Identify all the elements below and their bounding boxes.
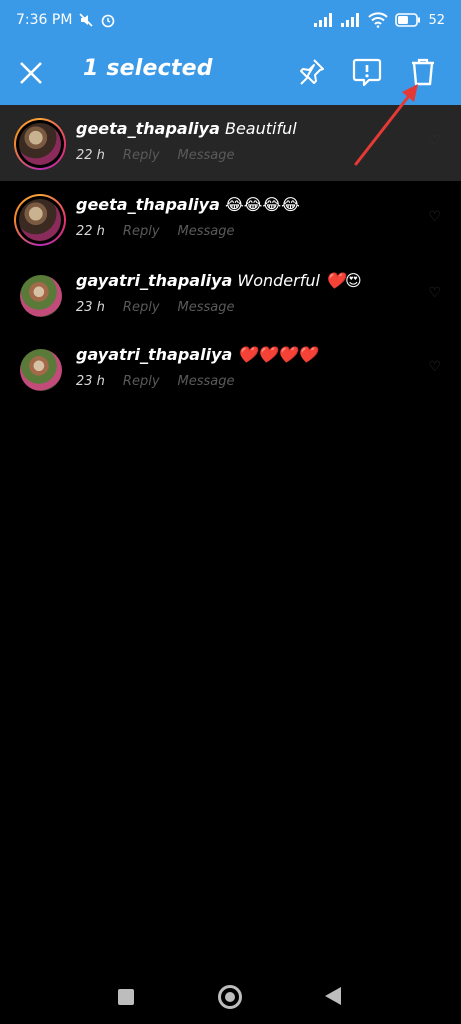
message-link[interactable]: Message [178,300,235,315]
avatar[interactable] [20,349,62,391]
comment-username[interactable]: geeta_thapaliya [76,195,220,214]
comment-time: 22 h [76,224,105,239]
status-bar: 7:36 PM 52 [0,0,461,40]
comment-text: Beautiful [224,119,297,138]
recents-button[interactable] [118,989,134,1005]
comment-username[interactable]: gayatri_thapaliya [76,271,232,290]
report-icon[interactable] [351,56,383,88]
back-button[interactable] [325,987,341,1005]
comment-text: Wonderful ❤️😍 [237,271,362,290]
trash-icon[interactable] [407,56,439,88]
like-heart-icon[interactable]: ♡ [428,209,441,225]
reply-link[interactable]: Reply [123,300,160,315]
alarm-icon [100,12,116,28]
avatar[interactable] [14,118,66,170]
pin-icon[interactable] [295,56,327,88]
reply-link[interactable]: Reply [123,374,160,389]
battery-icon [395,13,421,27]
comment-row[interactable]: gayatri_thapaliya ❤️❤️❤️❤️ 23 h Reply Me… [0,333,461,409]
comment-time: 23 h [76,374,105,389]
mute-icon [78,12,94,28]
home-button[interactable] [218,985,242,1009]
system-nav-bar [0,968,461,1024]
like-heart-icon[interactable]: ♡ [428,285,441,301]
selection-toolbar: 1 selected [0,40,461,105]
avatar[interactable] [20,275,62,317]
comment-row[interactable]: geeta_thapaliya Beautiful 22 h Reply Mes… [0,105,461,181]
avatar[interactable] [14,194,66,246]
signal-icon-2 [341,13,361,27]
comment-time: 23 h [76,300,105,315]
reply-link[interactable]: Reply [123,224,160,239]
selection-count-title: 1 selected [83,56,213,81]
message-link[interactable]: Message [178,374,235,389]
status-time: 7:36 PM [16,12,73,28]
comment-row[interactable]: gayatri_thapaliya Wonderful ❤️😍 23 h Rep… [0,257,461,333]
message-link[interactable]: Message [178,224,235,239]
message-link[interactable]: Message [178,148,235,163]
reply-link[interactable]: Reply [123,148,160,163]
battery-percent: 52 [428,12,445,28]
comment-row[interactable]: geeta_thapaliya 😂😂😂😂 22 h Reply Message … [0,181,461,257]
comment-text: ❤️❤️❤️❤️ [237,345,318,364]
signal-icon [314,13,334,27]
comment-username[interactable]: gayatri_thapaliya [76,345,232,364]
like-heart-icon[interactable]: ♡ [428,359,441,375]
like-heart-icon[interactable]: ♡ [428,133,441,149]
comment-text: 😂😂😂😂 [224,195,300,214]
comment-time: 22 h [76,148,105,163]
close-icon[interactable] [18,60,44,86]
wifi-icon [368,12,389,28]
comment-username[interactable]: geeta_thapaliya [76,119,220,138]
